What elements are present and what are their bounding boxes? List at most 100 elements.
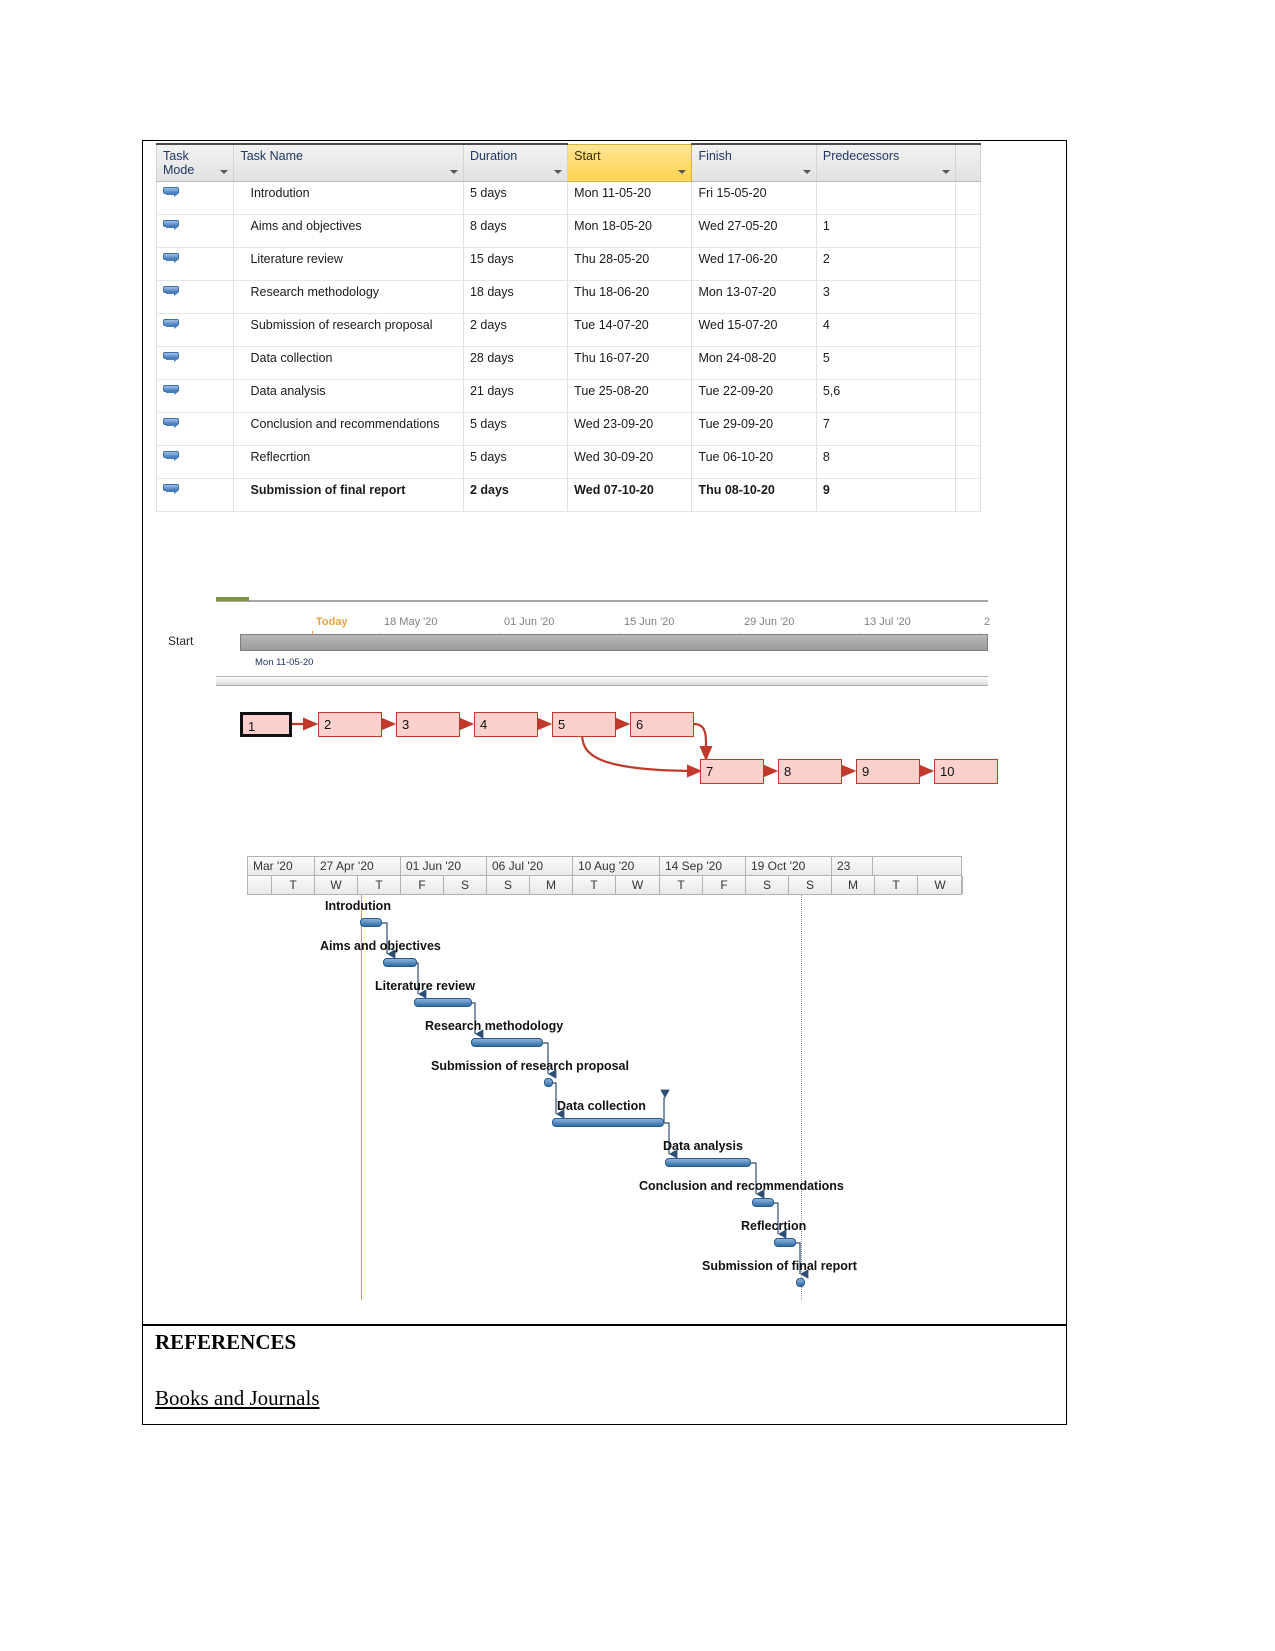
- cell-finish[interactable]: Wed 17-06-20: [691, 247, 817, 281]
- cell-finish[interactable]: Wed 27-05-20: [691, 214, 817, 248]
- timeline-span-bar[interactable]: [240, 634, 988, 651]
- cell-predecessors[interactable]: 5,6: [815, 379, 956, 413]
- network-node[interactable]: 8: [778, 759, 842, 784]
- cell-start[interactable]: Thu 18-06-20: [567, 280, 693, 314]
- cell-task-name[interactable]: Submission of final report: [233, 478, 464, 512]
- cell-finish[interactable]: Tue 29-09-20: [691, 412, 817, 446]
- cell-duration[interactable]: 5 days: [462, 445, 569, 479]
- cell-predecessors[interactable]: 4: [815, 313, 956, 347]
- cell-finish[interactable]: Wed 15-07-20: [691, 313, 817, 347]
- cell-extra[interactable]: [954, 313, 982, 347]
- cell-duration[interactable]: 5 days: [462, 412, 569, 446]
- cell-predecessors[interactable]: 8: [815, 445, 956, 479]
- table-row[interactable]: Literature review 15 days Thu 28-05-20 Wed …: [155, 247, 982, 281]
- cell-task-name[interactable]: Submission of research proposal: [233, 313, 464, 347]
- cell-extra[interactable]: [954, 445, 982, 479]
- cell-start[interactable]: Thu 28-05-20: [567, 247, 693, 281]
- auto-schedule-icon[interactable]: [163, 220, 181, 233]
- cell-extra[interactable]: [954, 280, 982, 314]
- network-node[interactable]: 7: [700, 759, 764, 784]
- gantt-bar[interactable]: [360, 918, 382, 927]
- cell-predecessors[interactable]: 9: [815, 478, 956, 512]
- auto-schedule-icon[interactable]: [163, 187, 181, 200]
- table-row[interactable]: Data analysis 21 days Tue 25-08-20 Tue 22-0…: [155, 379, 982, 413]
- cell-extra[interactable]: [954, 181, 982, 215]
- cell-duration[interactable]: 18 days: [462, 280, 569, 314]
- cell-task-name[interactable]: Literature review: [233, 247, 464, 281]
- cell-extra[interactable]: [954, 379, 982, 413]
- table-row[interactable]: Research methodology 18 days Thu 18-06-20 M…: [155, 280, 982, 314]
- cell-task-name[interactable]: Data collection: [233, 346, 464, 380]
- gantt-bar[interactable]: [552, 1118, 664, 1127]
- network-node[interactable]: 1: [240, 712, 292, 737]
- cell-extra[interactable]: [954, 478, 982, 512]
- chevron-down-icon[interactable]: [554, 170, 563, 174]
- cell-start[interactable]: Thu 16-07-20: [567, 346, 693, 380]
- column-header-predecessors[interactable]: Predecessors: [815, 143, 956, 182]
- gantt-bar[interactable]: [383, 958, 417, 967]
- cell-duration[interactable]: 8 days: [462, 214, 569, 248]
- auto-schedule-icon[interactable]: [163, 451, 181, 464]
- cell-task-mode[interactable]: [155, 214, 235, 248]
- cell-start[interactable]: Tue 14-07-20: [567, 313, 693, 347]
- cell-task-name[interactable]: Research methodology: [233, 280, 464, 314]
- network-node[interactable]: 3: [396, 712, 460, 737]
- cell-duration[interactable]: 15 days: [462, 247, 569, 281]
- cell-finish[interactable]: Thu 08-10-20: [691, 478, 817, 512]
- cell-task-name[interactable]: Aims and objectives: [233, 214, 464, 248]
- table-row[interactable]: Submission of research proposal 2 days Tue…: [155, 313, 982, 347]
- cell-extra[interactable]: [954, 247, 982, 281]
- chevron-down-icon[interactable]: [678, 170, 687, 174]
- auto-schedule-icon[interactable]: [163, 286, 181, 299]
- table-row[interactable]: Aims and objectives 8 days Mon 18-05-20 Wed…: [155, 214, 982, 248]
- auto-schedule-icon[interactable]: [163, 319, 181, 332]
- network-node[interactable]: 2: [318, 712, 382, 737]
- table-row[interactable]: Submission of final report 2 days Wed 07-1…: [155, 478, 982, 512]
- cell-finish[interactable]: Mon 24-08-20: [691, 346, 817, 380]
- cell-extra[interactable]: [954, 346, 982, 380]
- network-node[interactable]: 9: [856, 759, 920, 784]
- cell-start[interactable]: Mon 11-05-20: [567, 181, 693, 215]
- cell-task-mode[interactable]: [155, 346, 235, 380]
- cell-predecessors[interactable]: 2: [815, 247, 956, 281]
- cell-task-mode[interactable]: [155, 313, 235, 347]
- auto-schedule-icon[interactable]: [163, 253, 181, 266]
- cell-start[interactable]: Tue 25-08-20: [567, 379, 693, 413]
- chevron-down-icon[interactable]: [941, 170, 950, 174]
- cell-duration[interactable]: 21 days: [462, 379, 569, 413]
- network-node[interactable]: 5: [552, 712, 616, 737]
- cell-duration[interactable]: 2 days: [462, 478, 569, 512]
- cell-extra[interactable]: [954, 412, 982, 446]
- table-row[interactable]: Introdution 5 days Mon 11-05-20 Fri 15-05-2…: [155, 181, 982, 215]
- cell-task-mode[interactable]: [155, 280, 235, 314]
- cell-task-mode[interactable]: [155, 478, 235, 512]
- auto-schedule-icon[interactable]: [163, 484, 181, 497]
- gantt-bar[interactable]: [414, 998, 472, 1007]
- column-header-finish[interactable]: Finish: [691, 143, 817, 182]
- column-header-task-name[interactable]: Task Name: [233, 143, 464, 182]
- gantt-bar[interactable]: [774, 1238, 796, 1247]
- cell-start[interactable]: Wed 07-10-20: [567, 478, 693, 512]
- auto-schedule-icon[interactable]: [163, 352, 181, 365]
- cell-predecessors[interactable]: 7: [815, 412, 956, 446]
- cell-predecessors[interactable]: 5: [815, 346, 956, 380]
- chevron-down-icon[interactable]: [449, 170, 458, 174]
- cell-finish[interactable]: Fri 15-05-20: [691, 181, 817, 215]
- auto-schedule-icon[interactable]: [163, 418, 181, 431]
- table-row[interactable]: Reflecrtion 5 days Wed 30-09-20 Tue 06-10-2…: [155, 445, 982, 479]
- column-header-start[interactable]: Start: [567, 143, 693, 182]
- table-row[interactable]: Conclusion and recommendations 5 days Wed …: [155, 412, 982, 446]
- cell-task-mode[interactable]: [155, 445, 235, 479]
- cell-task-name[interactable]: Conclusion and recommendations: [233, 412, 464, 446]
- gantt-bar[interactable]: [752, 1198, 774, 1207]
- chevron-down-icon[interactable]: [220, 170, 229, 174]
- cell-duration[interactable]: 5 days: [462, 181, 569, 215]
- gantt-bar[interactable]: [471, 1038, 543, 1047]
- gantt-bar[interactable]: [544, 1078, 553, 1087]
- column-header-task-mode[interactable]: Task Mode: [155, 143, 235, 182]
- cell-predecessors[interactable]: 3: [815, 280, 956, 314]
- cell-task-name[interactable]: Introdution: [233, 181, 464, 215]
- cell-predecessors[interactable]: 1: [815, 214, 956, 248]
- table-row[interactable]: Data collection 28 days Thu 16-07-20 Mon 24…: [155, 346, 982, 380]
- cell-extra[interactable]: [954, 214, 982, 248]
